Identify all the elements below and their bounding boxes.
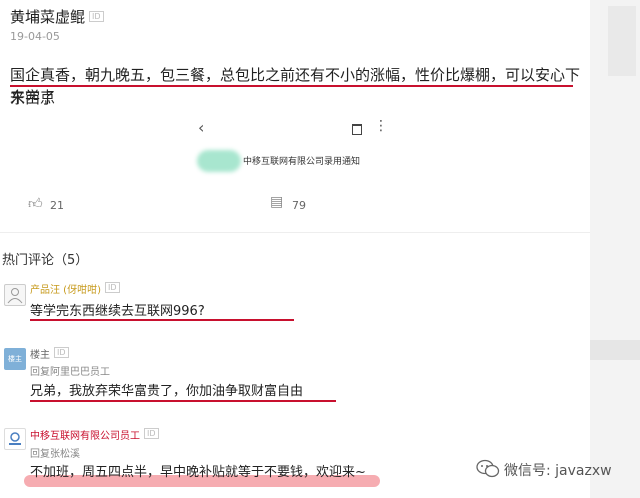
comment-user-name[interactable]: 产品汪 (伢咁咁) — [30, 285, 101, 296]
comment-user-name[interactable]: 楼主 — [30, 350, 50, 361]
blurred-logo — [197, 150, 241, 172]
comment-user[interactable]: 产品汪 (伢咁咁) ID — [30, 281, 120, 296]
avatar[interactable]: 楼主 — [4, 348, 26, 370]
id-tag: ID — [54, 347, 69, 358]
comment-text: 等学完东西继续去互联网996? — [30, 304, 205, 319]
post-author-name[interactable]: 黄埔菜虚鲲 — [10, 8, 85, 26]
comment-text: 不加班，周五四点半，早中晚补贴就等于不要钱，欢迎来~ — [30, 465, 366, 480]
red-underline — [30, 400, 336, 402]
red-underline — [30, 319, 294, 321]
id-tag: ID — [89, 11, 104, 22]
avatar[interactable] — [4, 284, 26, 306]
divider — [0, 232, 590, 233]
wechat-icon — [476, 459, 500, 483]
comment-count: 79 — [292, 199, 306, 212]
wechat-watermark: 微信号: javazxw — [504, 463, 612, 479]
post-author[interactable]: 黄埔菜虚鲲 ID — [10, 6, 104, 27]
like-count: 21 — [50, 199, 64, 212]
id-tag: ID — [104, 282, 120, 293]
side-strip — [590, 0, 640, 498]
comment-icon[interactable]: ▤ — [270, 194, 283, 210]
comment-user-name[interactable]: 中移互联网有限公司员工 — [30, 431, 140, 442]
thumbs-up-icon[interactable]: 👍︎ — [28, 195, 43, 212]
trash-icon — [352, 124, 362, 135]
reply-to: 回复张松溪 — [30, 449, 80, 460]
company-logo-icon — [9, 432, 21, 445]
side-block — [590, 340, 640, 360]
avatar[interactable] — [4, 428, 26, 450]
more-icon: ⋮ — [374, 118, 388, 134]
hot-comments-title: 热门评论（5） — [2, 253, 89, 268]
offer-notice-title: 中移互联网有限公司录用通知 — [243, 157, 361, 167]
side-block — [608, 6, 636, 76]
person-icon — [7, 288, 23, 304]
reply-to: 回复阿里巴巴员工 — [30, 367, 110, 378]
post-date: 19-04-05 — [10, 30, 60, 43]
comment-text: 兄弟，我放弃荣华富贵了，你加油争取财富自由 — [30, 384, 304, 399]
post-text-line2: 东西了 — [10, 89, 56, 107]
id-tag: ID — [144, 428, 159, 439]
back-icon: ‹ — [198, 118, 205, 137]
comment-user[interactable]: 楼主 ID — [30, 346, 69, 361]
comment-user[interactable]: 中移互联网有限公司员工 ID — [30, 427, 159, 442]
